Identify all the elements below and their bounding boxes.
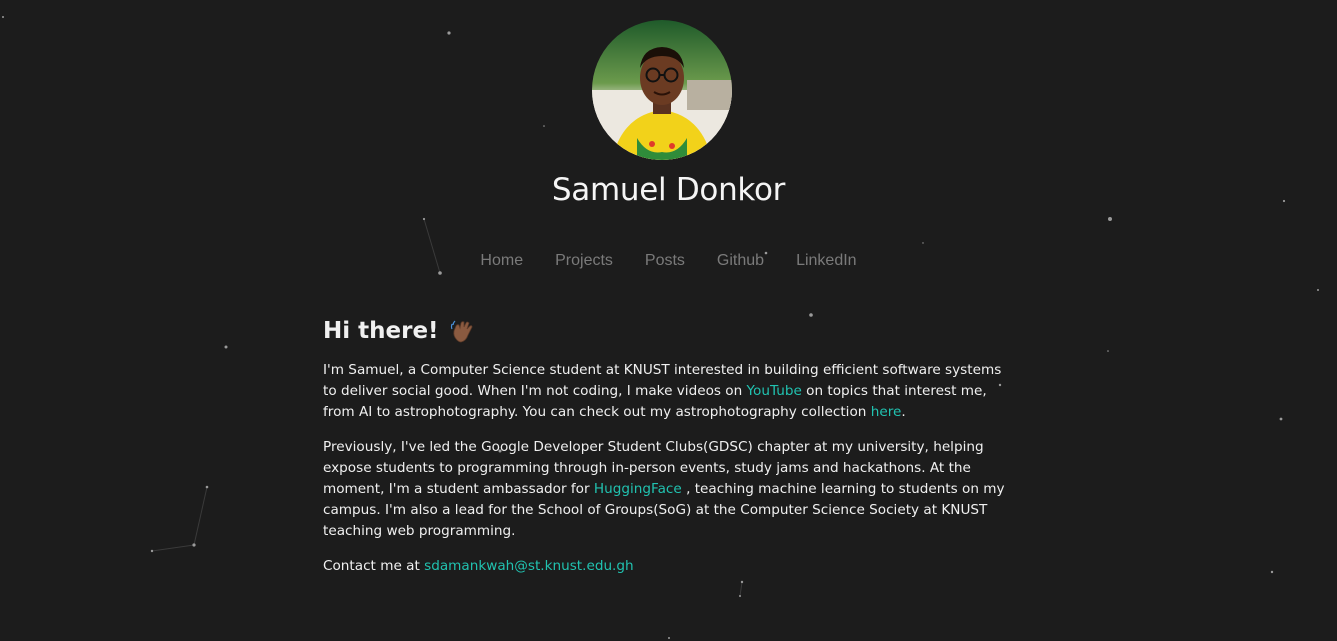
intro-section: Hi there! I'm Samuel, a Computer Science… — [323, 316, 1013, 591]
greeting-heading: Hi there! — [323, 316, 1013, 346]
page: Samuel Donkor Home Projects Posts Github… — [0, 0, 1337, 641]
avatar — [592, 20, 732, 160]
greeting-text: Hi there! — [323, 318, 439, 344]
profile-name: Samuel Donkor — [551, 172, 786, 208]
astrophotography-link[interactable]: here — [871, 404, 902, 420]
email-link[interactable]: sdamankwah@st.knust.edu.gh — [424, 558, 634, 574]
nav-link-projects[interactable]: Projects — [555, 252, 613, 270]
avatar-photo — [592, 20, 732, 160]
main-nav: Home Projects Posts Github LinkedIn — [0, 252, 1337, 270]
intro-paragraph: I'm Samuel, a Computer Science student a… — [323, 360, 1013, 423]
youtube-link[interactable]: YouTube — [747, 383, 802, 399]
waving-hand-icon — [450, 320, 472, 343]
nav-link-linkedin[interactable]: LinkedIn — [796, 252, 857, 270]
nav-link-posts[interactable]: Posts — [645, 252, 685, 270]
huggingface-link[interactable]: HuggingFace — [594, 481, 682, 497]
nav-link-github[interactable]: Github — [717, 252, 764, 270]
contact-paragraph: Contact me at sdamankwah@st.knust.edu.gh — [323, 556, 1013, 577]
contact-prefix: Contact me at — [323, 558, 425, 574]
intro-text-3: . — [901, 404, 906, 420]
experience-paragraph: Previously, I've led the Google Develope… — [323, 437, 1013, 542]
nav-link-home[interactable]: Home — [480, 252, 523, 270]
